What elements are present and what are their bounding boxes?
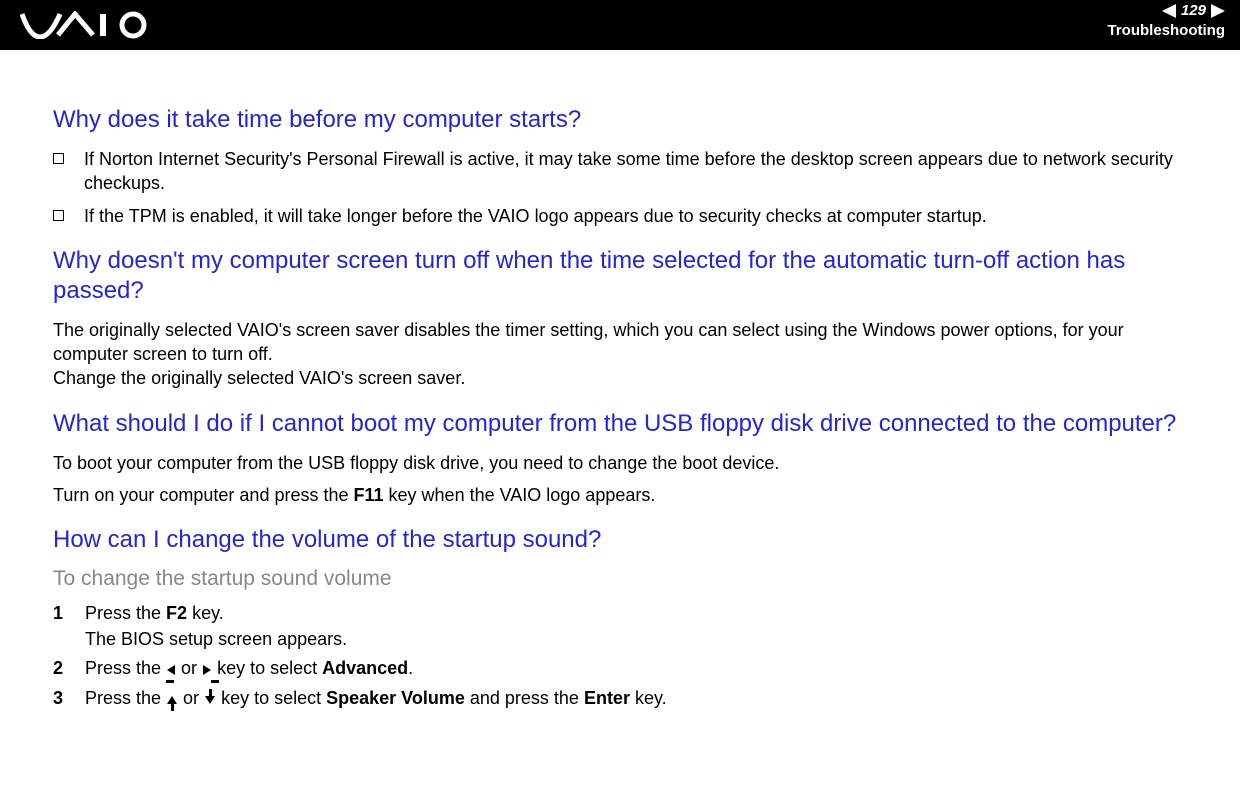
question-1: Why does it take time before my computer…: [53, 105, 1190, 135]
menu-name: Speaker Volume: [326, 688, 465, 708]
nav-prev-icon[interactable]: [1162, 4, 1176, 18]
arrow-up-icon: [167, 686, 177, 711]
key-name: Enter: [584, 688, 630, 708]
arrow-right-icon: [203, 656, 211, 681]
text: The originally selected VAIO's screen sa…: [53, 320, 1124, 364]
q4-steps: 1 Press the F2 key. The BIOS setup scree…: [53, 601, 1190, 711]
list-item: 2 Press the or key to select Advanced.: [53, 656, 1190, 682]
text: Turn on your computer and press the: [53, 485, 354, 505]
step-number: 1: [53, 601, 85, 626]
menu-name: Advanced: [322, 658, 408, 678]
step-text: Press the F2 key. The BIOS setup screen …: [85, 601, 347, 651]
page-number: 129: [1181, 2, 1206, 19]
list-item: 1 Press the F2 key. The BIOS setup scree…: [53, 601, 1190, 651]
page-nav: 129: [1162, 2, 1225, 19]
list-item: If the TPM is enabled, it will take long…: [53, 204, 1190, 228]
bullet-icon: [53, 153, 64, 164]
vaio-logo: [20, 11, 155, 39]
bullet-text: If the TPM is enabled, it will take long…: [84, 204, 987, 228]
q4-subtitle: To change the startup sound volume: [53, 567, 1190, 591]
list-item: If Norton Internet Security's Personal F…: [53, 147, 1190, 196]
arrow-down-icon: [205, 686, 215, 711]
q3-para2: Turn on your computer and press the F11 …: [53, 483, 1190, 507]
key-name: F11: [354, 485, 384, 505]
q3-para1: To boot your computer from the USB flopp…: [53, 451, 1190, 475]
question-4: How can I change the volume of the start…: [53, 525, 1190, 555]
question-2: Why doesn't my computer screen turn off …: [53, 246, 1190, 306]
q2-para: The originally selected VAIO's screen sa…: [53, 318, 1190, 391]
q1-bullets: If Norton Internet Security's Personal F…: [53, 147, 1190, 228]
question-3: What should I do if I cannot boot my com…: [53, 409, 1190, 439]
text: Change the originally selected VAIO's sc…: [53, 368, 465, 388]
text: key when the VAIO logo appears.: [384, 485, 656, 505]
bullet-icon: [53, 210, 64, 221]
nav-next-icon[interactable]: [1211, 4, 1225, 18]
step-text: Press the or key to select Speaker Volum…: [85, 686, 667, 712]
section-title: Troubleshooting: [1108, 22, 1226, 39]
key-name: F2: [166, 603, 187, 623]
step-number: 2: [53, 656, 85, 681]
arrow-left-icon: [167, 656, 175, 681]
list-item: 3 Press the or key to select Speaker Vol…: [53, 686, 1190, 712]
header-bar: 129 Troubleshooting: [0, 0, 1240, 50]
step-number: 3: [53, 686, 85, 711]
content: Why does it take time before my computer…: [0, 50, 1240, 735]
step-text: Press the or key to select Advanced.: [85, 656, 413, 682]
bullet-text: If Norton Internet Security's Personal F…: [84, 147, 1190, 196]
